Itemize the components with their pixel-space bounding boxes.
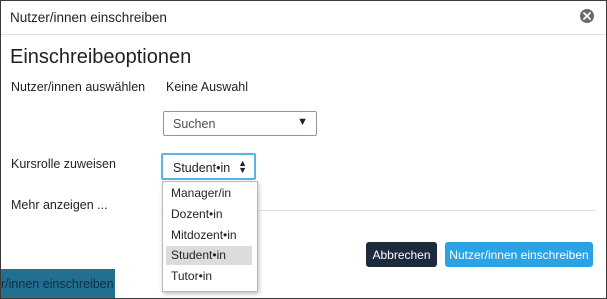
assign-role-label: Kursrolle zuweisen [11,157,116,171]
select-users-label: Nutzer/innen auswählen [11,80,146,94]
selection-status: Keine Auswahl [166,80,249,94]
role-option-dozent[interactable]: Dozent•in [166,205,252,224]
cancel-button[interactable]: Abbrechen [366,242,437,267]
close-icon[interactable] [580,9,594,23]
window-frame: r/innen einschreiben Nutzer/innen einsch… [0,0,607,299]
modal-header: Nutzer/innen einschreiben [1,1,606,35]
role-option-tutor[interactable]: Tutor•in [166,267,252,286]
role-select[interactable]: Student•in ▲ ▼ [161,153,256,180]
enrol-modal: Nutzer/innen einschreiben Einschreibeopt… [1,1,606,269]
role-option-student[interactable]: Student•in [166,246,252,265]
modal-title: Nutzer/innen einschreiben [10,10,167,25]
background-enrol-button-label: r/innen einschreiben [1,277,114,291]
search-placeholder: Suchen [173,117,216,131]
role-option-manager[interactable]: Manager/in [166,184,252,203]
role-select-value: Student•in [173,161,231,175]
user-search-input[interactable]: Suchen ▼ [163,111,317,136]
enrol-users-button[interactable]: Nutzer/innen einschreiben [445,242,593,267]
up-down-caret-icon: ▲ ▼ [238,158,247,175]
role-option-mitdozent[interactable]: Mitdozent•in [166,226,252,245]
triangle-down-icon[interactable]: ▼ [297,116,308,128]
show-more-link[interactable]: Mehr anzeigen ... [11,198,108,212]
background-enrol-button[interactable]: r/innen einschreiben [1,269,115,298]
section-title: Einschreibeoptionen [10,46,192,68]
role-dropdown-list: Manager/in Dozent•in Mitdozent•in Studen… [162,181,258,292]
